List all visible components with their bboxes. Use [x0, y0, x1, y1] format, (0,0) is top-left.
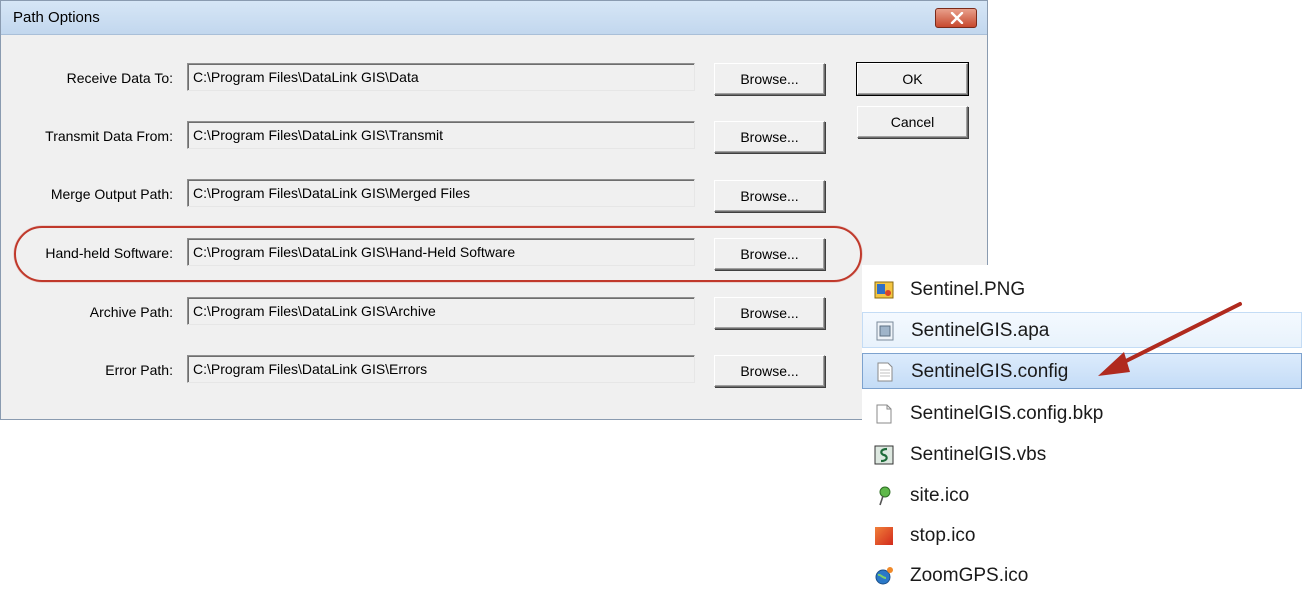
transmit-data-browse-button[interactable]: Browse... — [714, 121, 825, 153]
file-list: Sentinel.PNG SentinelGIS.apa SentinelGIS… — [862, 265, 1302, 596]
file-item-selected[interactable]: SentinelGIS.config — [862, 353, 1302, 389]
close-button[interactable] — [935, 8, 977, 28]
file-item[interactable]: Sentinel.PNG — [862, 272, 1302, 308]
archive-path-browse-button[interactable]: Browse... — [714, 297, 825, 329]
file-name: ZoomGPS.ico — [910, 565, 1029, 586]
file-name: SentinelGIS.config — [911, 361, 1069, 382]
title-bar[interactable]: Path Options — [1, 1, 987, 35]
file-name: Sentinel.PNG — [910, 279, 1026, 300]
ok-button[interactable]: OK — [856, 62, 969, 96]
config-file-icon — [877, 362, 893, 382]
archive-path-field[interactable] — [187, 297, 695, 325]
file-item[interactable]: SentinelGIS.vbs — [862, 437, 1302, 473]
apa-file-icon — [876, 321, 894, 341]
cancel-button[interactable]: Cancel — [857, 106, 968, 138]
merge-output-label: Merge Output Path: — [50, 186, 173, 202]
receive-data-field[interactable] — [187, 63, 695, 91]
png-image-icon — [874, 281, 894, 299]
file-name: stop.ico — [910, 525, 976, 546]
archive-path-label: Archive Path: — [89, 304, 173, 320]
green-pin-icon — [879, 486, 891, 506]
transmit-data-label: Transmit Data From: — [45, 128, 173, 144]
globe-icon — [875, 567, 893, 585]
receive-data-label: Receive Data To: — [66, 70, 173, 86]
file-name: site.ico — [910, 485, 970, 506]
merge-output-browse-button[interactable]: Browse... — [714, 180, 825, 212]
highlight-ellipse — [14, 226, 862, 282]
blank-file-icon — [876, 404, 892, 424]
transmit-data-field[interactable] — [187, 121, 695, 149]
vbs-script-icon — [874, 445, 894, 465]
dialog-title: Path Options — [13, 9, 100, 26]
file-item[interactable]: stop.ico — [862, 518, 1302, 554]
file-name: SentinelGIS.config.bkp — [910, 403, 1104, 424]
file-item[interactable]: SentinelGIS.apa — [862, 312, 1302, 348]
error-path-label: Error Path: — [105, 362, 173, 378]
file-item[interactable]: ZoomGPS.ico — [862, 558, 1302, 594]
file-item[interactable]: site.ico — [862, 478, 1302, 514]
receive-data-browse-button[interactable]: Browse... — [714, 63, 825, 95]
file-name: SentinelGIS.vbs — [910, 444, 1047, 465]
red-square-icon — [875, 527, 893, 545]
close-icon — [950, 12, 964, 24]
error-path-field[interactable] — [187, 355, 695, 383]
file-item[interactable]: SentinelGIS.config.bkp — [862, 396, 1302, 432]
merge-output-field[interactable] — [187, 179, 695, 207]
error-path-browse-button[interactable]: Browse... — [714, 355, 825, 387]
path-options-dialog: Path Options Receive Data To: Browse... … — [0, 0, 988, 420]
file-name: SentinelGIS.apa — [911, 320, 1050, 341]
